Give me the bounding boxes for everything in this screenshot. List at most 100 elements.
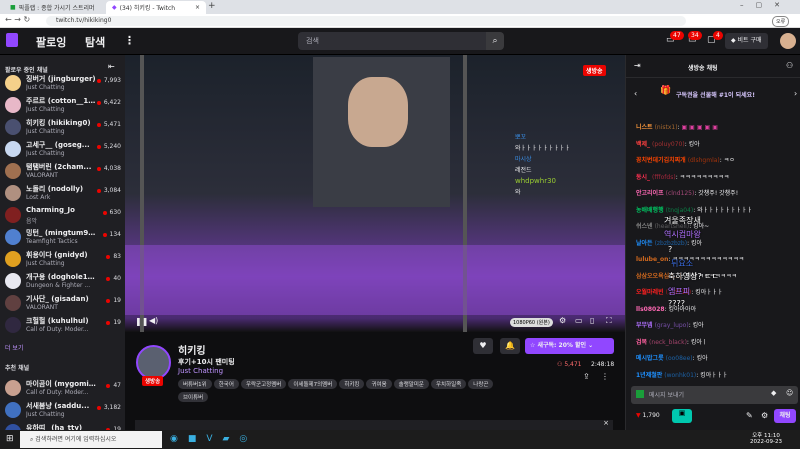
tag[interactable]: 귀여움 [366, 379, 392, 389]
follow-heart-button[interactable]: ♥ [473, 338, 493, 354]
user-avatar[interactable] [780, 33, 796, 49]
settings-icon[interactable]: ⚙ [761, 411, 768, 420]
fullscreen-icon[interactable]: ⛶ [606, 316, 612, 326]
back-forward-reload[interactable]: ← → ↻ [5, 15, 30, 24]
chat-username[interactable]: lls08028 [636, 306, 665, 313]
share-icon[interactable]: ⇪ [583, 372, 590, 381]
sidebar-channel[interactable]: 고세구__ (goseg... Just Chatting 5,240 [0, 138, 125, 160]
sidebar-channel[interactable]: 히키킹 (hikiking0) Just Chatting 5,471 [0, 116, 125, 138]
chat-text: 킹아ㅏㅏㅏ [700, 371, 728, 379]
quality-badge[interactable]: 1080P60 (원본) [510, 318, 553, 327]
close-tab-icon[interactable]: × [195, 4, 200, 11]
floating-chat-text: 엠프피 [668, 287, 691, 296]
twitch-logo-icon[interactable] [6, 33, 18, 47]
sidebar-channel[interactable]: 크헐헐 (kuhulhul) Call of Duty: Moder... 19 [0, 314, 125, 336]
prev-icon[interactable]: ‹ [634, 89, 637, 98]
community-icon[interactable]: ⚇ [786, 61, 793, 70]
taskbar-apps[interactable]: ◉■V▰◎ [170, 434, 257, 444]
chat-input[interactable]: 메시지 보내기 ◆ ☺ [631, 386, 798, 404]
collapse-chat-icon[interactable]: ⇥ [634, 61, 641, 70]
search-icon[interactable]: ⌕ [486, 32, 504, 50]
profile-button[interactable]: 오류 [772, 16, 790, 27]
emote-icon: ▣ [696, 124, 703, 131]
sidebar-channel[interactable]: 징버거 (jingburger) Just Chatting 7,993 [0, 72, 125, 94]
tag[interactable]: 히키킹 [339, 379, 365, 389]
tag[interactable]: 한국어 [213, 379, 239, 389]
tag[interactable]: 우락군고정멤버 [240, 379, 287, 389]
tag[interactable]: 솔랭말미운 [393, 379, 429, 389]
clock[interactable]: 오후 11:10 2022-09-23 [750, 431, 782, 445]
theatre-mode-icon[interactable]: ▯ [590, 316, 594, 325]
chat-username[interactable]: 검복 [636, 339, 647, 346]
sidebar-channel[interactable]: Charming_Jo 음악 630 [0, 204, 125, 226]
chat-send-button[interactable]: 채팅 [774, 409, 796, 423]
show-more-link[interactable]: 더 보기 [5, 343, 23, 352]
sidebar-channel[interactable]: 탬탬버린 (2cham... VALORANT 4,038 [0, 160, 125, 182]
chat-username[interactable]: 꽁치번데기김치찌개 [636, 157, 686, 164]
pen-icon[interactable]: ✎ [746, 411, 753, 420]
bits-icon[interactable]: ◆ [771, 389, 776, 397]
chat-title: 생방송 채팅 [688, 65, 718, 72]
browser-tab-active[interactable]: ◆ (34) 히키킹 - Twitch × [106, 1, 206, 14]
tag[interactable]: 브이튜버 [178, 392, 209, 402]
next-icon[interactable]: › [794, 89, 797, 98]
tag[interactable]: 이세돌제7의멤버 [288, 379, 338, 389]
sidebar: 팔로우 중인 채널 ⇤ 더 보기 추천 채널 징버거 (jingburger) J… [0, 55, 125, 440]
search-input[interactable]: 검색 [298, 32, 486, 50]
sidebar-channel[interactable]: 기사단_ (gisadan) VALORANT 19 [0, 292, 125, 314]
volume-icon[interactable]: ◀) [149, 316, 158, 325]
chat-message: 꽁치번데기김치찌개 (dlshgmla): ㅋㅇ [636, 155, 796, 164]
chat-username[interactable]: 농배배행행 [636, 207, 664, 214]
chat-username[interactable]: 부무넴 [636, 322, 653, 329]
chat-username[interactable]: 삼삼오오욕심 [636, 273, 669, 280]
url-input[interactable]: twitch.tv/hikiking0 [46, 16, 686, 26]
chat-user-id: (dlshgmla) [687, 157, 720, 164]
nav-browse[interactable]: 탐색 [85, 34, 105, 50]
collapse-sidebar-icon[interactable]: ⇤ [108, 62, 115, 71]
channel-points[interactable]: ▼ 1,790 [636, 412, 660, 419]
chat-username[interactable]: 쉬스넨 [636, 223, 653, 230]
sidebar-channel[interactable]: 개구용 (doghole19... Dungeon & Fighter ... 40 [0, 270, 125, 292]
more-options-icon[interactable]: ⋮ [601, 372, 609, 381]
gift-promo[interactable]: 구독권을 선물해 #1이 되세요! [676, 90, 755, 99]
category-link[interactable]: Just Chatting [178, 367, 223, 375]
clip-icon[interactable]: ▭ [575, 316, 583, 325]
windows-start-icon[interactable]: ⊞ [6, 434, 14, 444]
new-tab-button[interactable]: + [208, 1, 216, 11]
chat-username[interactable]: 날아든 [636, 240, 653, 247]
chat-username[interactable]: 안고리이프 [636, 190, 664, 197]
sidebar-channel[interactable]: 휘용이다 (gnidyd) Just Chatting 83 [0, 248, 125, 270]
tag[interactable]: 버튜버1위 [178, 379, 212, 389]
taskbar-search[interactable]: ⌕ 검색하려면 여기에 입력하십시오 [20, 431, 162, 448]
chat-username[interactable]: 메시밥그릇 [636, 355, 664, 362]
channel-avatar[interactable] [136, 345, 171, 380]
window-controls[interactable]: –▢✕ [740, 1, 792, 9]
chat-username[interactable]: lulube_on [636, 256, 668, 263]
channel-name[interactable]: 히키킹 [178, 342, 206, 357]
close-icon[interactable]: × [603, 419, 609, 427]
tag[interactable]: 우치하일족 [430, 379, 467, 389]
viewer-count: 630 [103, 209, 121, 216]
sidebar-channel[interactable]: 서새봄냥 (saddu... Just Chatting 3,182 [0, 399, 125, 421]
chat-username[interactable]: 동시_ [636, 174, 650, 181]
pause-icon[interactable]: ❚❚ [135, 317, 148, 326]
settings-icon[interactable]: ⚙ [559, 316, 566, 325]
tag[interactable]: 나랑곤 [468, 379, 494, 389]
nav-following[interactable]: 팔로잉 [36, 34, 66, 50]
channel-avatar [5, 402, 21, 418]
notification-bell-button[interactable]: 🔔 [500, 338, 520, 354]
chat-username[interactable]: 오월마레빈 [636, 289, 664, 296]
chest-button[interactable]: ▣ [672, 409, 692, 423]
subscribe-button[interactable]: ☆ 새구독: 20% 할인 ⌄ [525, 338, 614, 354]
sidebar-channel[interactable]: 마이곰이 (mygomi... Call of Duty: Moder... 47 [0, 377, 125, 399]
bits-button[interactable]: ◆ 비트 구매 [725, 33, 768, 49]
channel-avatar [5, 97, 21, 113]
chat-username[interactable]: 니스트 [636, 124, 653, 131]
sidebar-channel[interactable]: 주르르 (cotton__1... Just Chatting 6,422 [0, 94, 125, 116]
chat-username[interactable]: 1년제철판 [636, 372, 662, 379]
chat-username[interactable]: 백제_ [636, 141, 650, 148]
sidebar-channel[interactable]: 밍턴_ (mingtum97) Teamfight Tactics 134 [0, 226, 125, 248]
more-menu-icon[interactable]: ⋮ [124, 34, 135, 47]
sidebar-channel[interactable]: 노돌리 (nodolly) Lost Ark 3,084 [0, 182, 125, 204]
emote-icon[interactable]: ☺ [786, 389, 793, 397]
